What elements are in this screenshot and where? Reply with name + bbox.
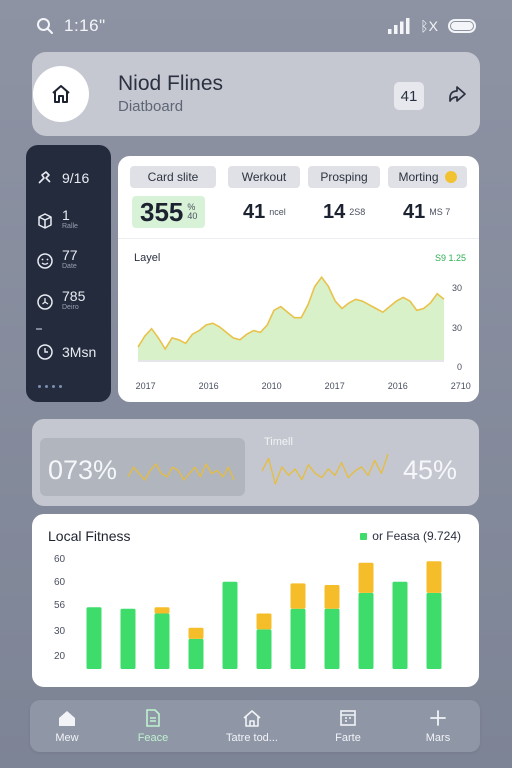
share-icon[interactable]: [446, 84, 468, 106]
summary-card: 073% Timell 45%: [32, 419, 479, 506]
run-icon: [38, 171, 51, 184]
bar-gold: [188, 627, 204, 639]
y-tick-label: 60: [54, 577, 66, 588]
bar-chart-legend: or Feasa (9.724): [360, 529, 461, 543]
bar-gold: [290, 583, 306, 609]
main-chart-card: Card slite Werkout Prosping Morting 355 …: [118, 156, 479, 402]
page-subtitle: Diatboard: [118, 98, 184, 115]
x-tick-label: 2016: [388, 381, 408, 391]
bar-green: [392, 581, 408, 669]
x-tick-label: 2010: [262, 381, 282, 391]
home-icon: [59, 711, 75, 726]
search-icon[interactable]: [36, 17, 54, 35]
y-tick-label: 30: [452, 323, 462, 333]
alert-dot-icon: [444, 171, 457, 183]
bar-green: [222, 581, 238, 669]
tab-werkout[interactable]: Werkout: [228, 166, 300, 188]
status-bar: 1:16" ᛒX: [36, 12, 476, 40]
x-tick-label: 2016: [199, 381, 219, 391]
tab-card-slite[interactable]: Card slite: [130, 166, 216, 188]
stat-second: 41 ncel: [243, 200, 286, 223]
status-time: 1:16": [64, 16, 106, 35]
chart-title: Layel: [134, 252, 160, 264]
home-icon: [52, 85, 70, 103]
tab-prosping[interactable]: Prosping: [308, 166, 380, 188]
bar-green: [86, 607, 102, 669]
timer-icon: [37, 293, 53, 310]
sidebar-item-mood[interactable]: 77 Date: [36, 248, 78, 272]
stat-third: 14 2S8: [323, 200, 366, 223]
bottom-nav-tatre[interactable]: Tatre tod...: [212, 700, 292, 752]
bar-green: [154, 613, 170, 669]
bar-green: [324, 608, 340, 669]
y-tick-label: 20: [54, 651, 66, 662]
sidebar-item-activity[interactable]: 9/16: [36, 169, 89, 187]
bar-gold: [256, 613, 272, 630]
bar-chart-card: Local Fitness or Feasa (9.724) 60 60 56 30 2…: [32, 514, 479, 687]
legend-swatch: [360, 532, 368, 540]
divider: [118, 238, 479, 239]
header-card: Niod Flines Diatboard 41: [32, 52, 480, 136]
bar-green: [120, 608, 136, 669]
chart-area-fill: [138, 277, 444, 360]
sparkline-path: [261, 453, 389, 485]
battery-icon: [448, 19, 476, 33]
area-chart[interactable]: Layel S9 1.25 2017 2016 2010 2017 2016 2710 3…: [118, 246, 479, 396]
bar-green: [256, 629, 272, 669]
plus-icon: [430, 710, 446, 726]
bar-chart[interactable]: 60 60 56 30 20: [32, 548, 479, 683]
sparkline-path: [127, 463, 235, 481]
pagination-dots[interactable]: [38, 385, 62, 388]
x-tick-label: 2710: [451, 381, 471, 391]
x-tick-label: 2017: [136, 381, 156, 391]
notification-badge[interactable]: 41: [394, 82, 424, 110]
bar-gold: [154, 607, 170, 614]
bottom-nav-feace[interactable]: Feace: [113, 700, 193, 752]
y-tick-label: 30: [452, 283, 462, 293]
bar-green: [188, 638, 204, 669]
y-tick-label: 30: [54, 626, 66, 637]
y-tick-label: 0: [457, 362, 462, 372]
clock-icon: [37, 344, 53, 360]
bar-gold: [324, 585, 340, 609]
calendar-icon: [340, 710, 356, 726]
tab-bar: Card slite Werkout Prosping Morting: [130, 166, 467, 188]
bottom-nav: Mew Feace Tatre tod... Farte Mars: [30, 700, 480, 752]
bar-gold: [358, 562, 374, 593]
y-tick-label: 60: [54, 554, 66, 565]
signal-icon: [388, 18, 410, 34]
summary-right-value: 45%: [402, 455, 457, 485]
bottom-nav-farte[interactable]: Farte: [308, 700, 388, 752]
bar-green: [358, 592, 374, 669]
sparkline-left: [127, 463, 235, 481]
bar-gold: [426, 561, 442, 593]
home-button[interactable]: [33, 66, 89, 122]
tab-morting[interactable]: Morting: [388, 166, 467, 188]
document-icon: [146, 709, 160, 727]
summary-right-label: Timell: [264, 436, 293, 448]
summary-left-value: 073%: [48, 455, 118, 485]
bottom-nav-mars[interactable]: Mars: [398, 700, 478, 752]
bluetooth-icon: ᛒX: [420, 18, 438, 34]
bar-chart-title: Local Fitness: [48, 528, 131, 544]
stats-row: 355 % 40 41 ncel 14 2S8 41 MS 7: [130, 196, 467, 228]
bottom-nav-mew[interactable]: Mew: [27, 700, 107, 752]
bar-green: [290, 608, 306, 669]
stat-primary[interactable]: 355 % 40: [132, 196, 206, 228]
smile-icon: [37, 252, 53, 269]
divider: [36, 328, 42, 330]
sidebar-item-duration[interactable]: 3Msn: [36, 343, 96, 361]
bar-green: [426, 592, 442, 669]
x-tick-label: 2017: [325, 381, 345, 391]
chart-note: S9 1.25: [435, 253, 466, 263]
house-outline-icon: [243, 710, 261, 727]
box-icon: [38, 212, 52, 229]
sparkline-right: [261, 453, 389, 485]
y-tick-label: 56: [54, 600, 66, 611]
sidebar: 9/16 1 Ralle 77 Date 785 Deiro 3Msn: [26, 145, 111, 402]
page-title: Niod Flines: [118, 72, 224, 95]
sidebar-item-records[interactable]: 1 Ralle: [36, 208, 78, 232]
stat-fourth: 41 MS 7: [403, 200, 451, 223]
sidebar-item-timer[interactable]: 785 Deiro: [36, 289, 85, 313]
